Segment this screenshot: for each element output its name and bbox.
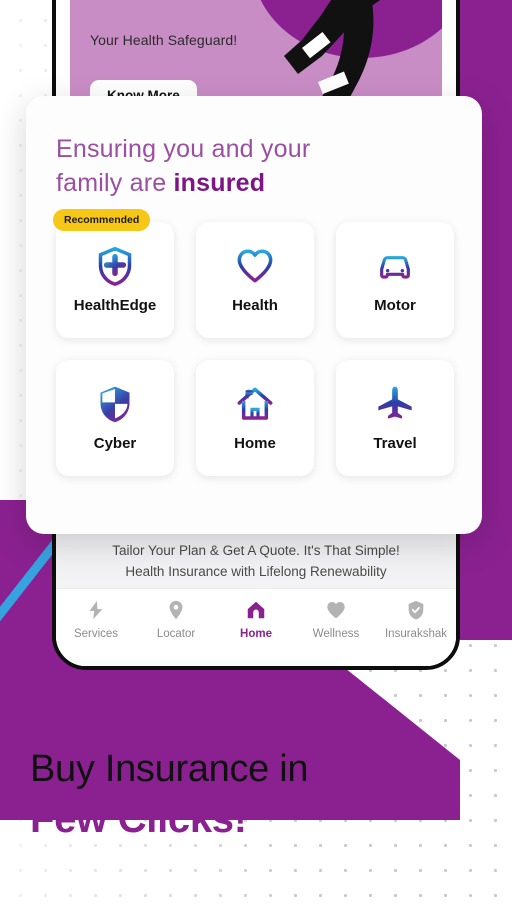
nav-item-home[interactable]: Home [216,599,296,640]
nav-label-insurakshak: Insurakshak [384,628,447,640]
airplane-icon [378,386,412,419]
product-label-health: Health [232,297,278,314]
nav-item-wellness[interactable]: Wellness [296,599,376,640]
promo-line1: Your Health Safeguard! [90,32,238,48]
tailor-line1: Tailor Your Plan & Get A Quote. It's Tha… [112,543,400,558]
nav-item-insurakshak[interactable]: Insurakshak [376,599,456,640]
nav-label-locator: Locator [156,628,196,640]
product-tile-health[interactable]: Health [196,222,314,338]
home-icon [247,601,265,619]
insurance-products-panel: Ensuring you and your family are insured… [26,96,482,534]
map-pin-icon [169,600,183,620]
marketing-headline: Buy Insurance in Few Clicks! [30,744,309,844]
product-label-motor: Motor [374,297,416,314]
house-outline-icon [237,387,273,420]
shield-check-icon [408,600,424,620]
panel-title: Ensuring you and your family are insured [56,132,482,200]
heart-icon [327,602,345,619]
product-tile-motor[interactable]: Motor [336,222,454,338]
car-icon [380,256,410,279]
headline-line1: Buy Insurance in [30,748,309,790]
recommended-badge: Recommended [53,209,151,231]
nav-label-home: Home [240,628,272,640]
product-label-healthedge: HealthEdge [73,297,157,314]
panel-title-line2-prefix: family are [56,169,174,197]
nav-label-wellness: Wellness [312,628,360,640]
product-tile-cyber[interactable]: Cyber [56,360,174,476]
product-label-home: Home [234,435,276,452]
panel-title-line2-strong: insured [173,169,266,197]
shield-quarters-icon [100,386,130,423]
product-tile-home[interactable]: Home [196,360,314,476]
bottom-navigation: Services Locator Home Wellness Insuraksh… [56,588,456,666]
product-label-travel: Travel [373,435,417,452]
headline-line2: Few Clicks! [30,797,247,841]
nav-item-locator[interactable]: Locator [136,599,216,640]
screenshot-root: Your Health Safeguard! Know More Tailor … [0,0,512,910]
product-label-cyber: Cyber [93,435,137,452]
nav-label-services: Services [73,628,119,640]
nav-item-services[interactable]: Services [56,599,136,640]
lightning-bolt-icon [89,600,103,620]
panel-title-line1: Ensuring you and your [56,135,311,163]
tailor-text-block: Tailor Your Plan & Get A Quote. It's Tha… [56,532,456,592]
heart-outline-icon [237,249,273,283]
product-tile-travel[interactable]: Travel [336,360,454,476]
shield-cross-icon [98,246,132,286]
product-tile-grid: Recommended HealthEdge Health Motor Cybe… [53,209,482,476]
product-tile-healthedge[interactable]: Recommended HealthEdge [53,209,174,338]
tailor-line2: Health Insurance with Lifelong Renewabil… [125,564,387,579]
